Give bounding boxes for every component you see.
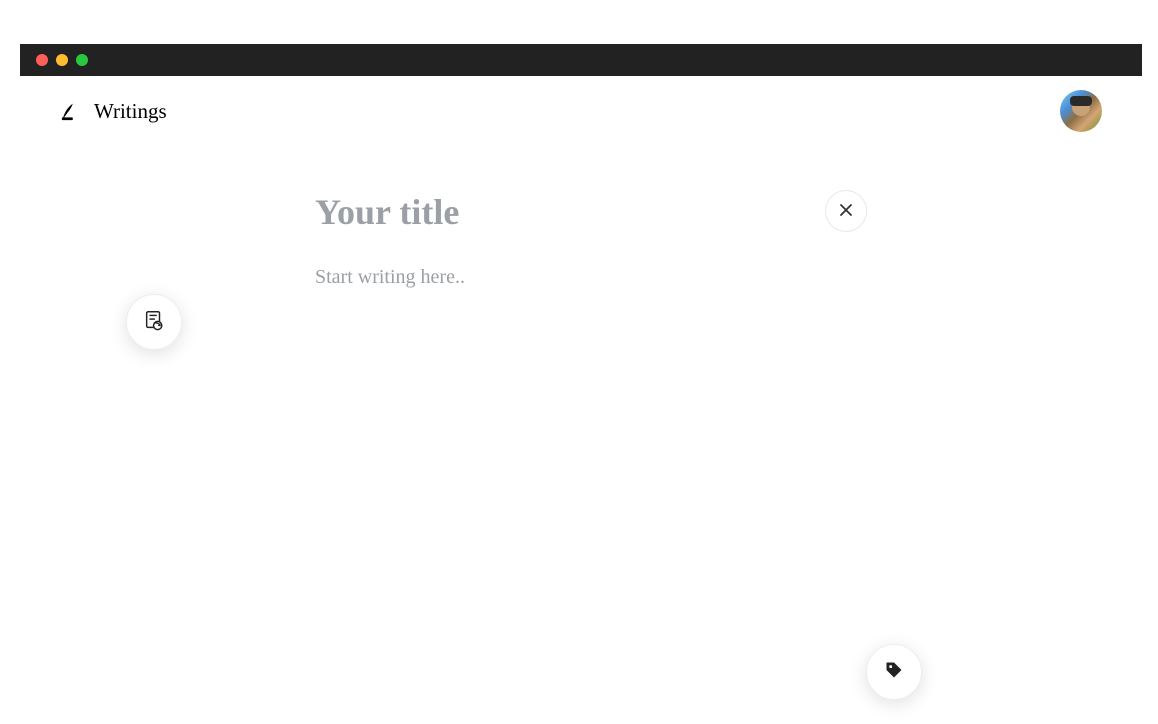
close-icon: [839, 201, 853, 222]
document-history-icon: [143, 309, 165, 336]
window-close-button[interactable]: [36, 54, 48, 66]
window-minimize-button[interactable]: [56, 54, 68, 66]
avatar[interactable]: [1060, 90, 1102, 132]
app-header: Writings: [20, 76, 1142, 146]
app-window: Writings: [20, 44, 1142, 724]
annotation-overlay: [20, 146, 1142, 181]
close-button[interactable]: [825, 190, 867, 232]
window-titlebar: [20, 44, 1142, 76]
brand[interactable]: Writings: [60, 99, 167, 124]
tag-icon: [884, 660, 904, 685]
body-input[interactable]: [315, 266, 795, 335]
brand-name: Writings: [94, 99, 167, 124]
window-maximize-button[interactable]: [76, 54, 88, 66]
tag-button[interactable]: [866, 644, 922, 700]
editor-area: [20, 146, 1142, 181]
quill-icon: [60, 100, 82, 122]
title-input[interactable]: [315, 191, 795, 233]
document-history-button[interactable]: [126, 294, 182, 350]
